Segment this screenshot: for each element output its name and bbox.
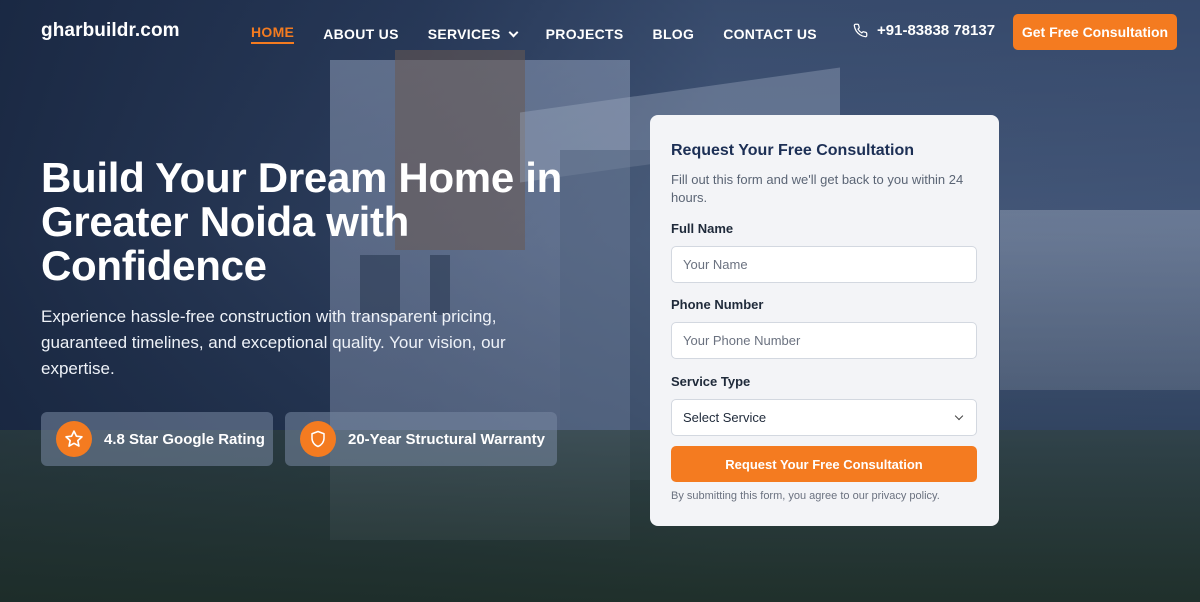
consultation-form: Request Your Free Consultation Fill out … xyxy=(650,115,999,526)
phone-number-label: Phone Number xyxy=(671,297,764,312)
phone-icon xyxy=(853,23,868,38)
phone-link[interactable]: +91-83838 78137 xyxy=(853,22,995,39)
full-name-field[interactable] xyxy=(671,246,977,283)
shield-icon xyxy=(300,421,336,457)
site-logo[interactable]: gharbuildr.com xyxy=(41,20,180,42)
hero-subtext: Experience hassle-free construction with… xyxy=(41,307,506,378)
full-name-input[interactable] xyxy=(683,257,976,272)
warranty-badge: 20-Year Structural Warranty xyxy=(285,412,557,466)
nav-item-contact-us[interactable]: CONTACT US xyxy=(723,24,817,44)
phone-number: +91-83838 78137 xyxy=(877,22,996,39)
get-free-consultation-button[interactable]: Get Free Consultation xyxy=(1013,14,1177,50)
service-type-value: Select Service xyxy=(683,410,767,425)
nav-item-about-us[interactable]: ABOUT US xyxy=(323,24,399,44)
nav-item-services[interactable]: SERVICES xyxy=(427,24,519,44)
service-type-select[interactable]: Select Service xyxy=(671,399,977,436)
star-icon xyxy=(56,421,92,457)
hero-background-image xyxy=(0,0,1200,602)
nav-item-home[interactable]: HOME xyxy=(251,24,295,44)
nav-item-blog[interactable]: BLOG xyxy=(653,24,695,44)
nav-item-services-label: SERVICES xyxy=(427,26,501,42)
request-consultation-submit-button[interactable]: Request Your Free Consultation xyxy=(671,446,977,482)
warranty-badge-label: 20-Year Structural Warranty xyxy=(348,430,546,448)
main-menu: HOME ABOUT US SERVICES PROJECTS BLOG CON… xyxy=(251,24,846,44)
full-name-label: Full Name xyxy=(671,221,734,236)
chevron-down-icon xyxy=(954,411,964,421)
form-description: Fill out this form and we'll get back to… xyxy=(671,172,964,205)
hero-headline: Build Your Dream Home in Greater Noida w… xyxy=(41,154,562,289)
form-title: Request Your Free Consultation xyxy=(671,142,914,159)
phone-number-field[interactable] xyxy=(671,322,977,359)
phone-number-input[interactable] xyxy=(683,333,976,348)
nav-item-projects[interactable]: PROJECTS xyxy=(546,24,624,44)
privacy-disclaimer: By submitting this form, you agree to ou… xyxy=(671,490,940,502)
service-type-label: Service Type xyxy=(671,374,751,389)
rating-badge-label: 4.8 Star Google Rating xyxy=(104,430,265,448)
rating-badge: 4.8 Star Google Rating xyxy=(41,412,273,466)
top-navbar: gharbuildr.com HOME ABOUT US SERVICES PR… xyxy=(0,0,1200,64)
chevron-down-icon xyxy=(508,27,519,37)
